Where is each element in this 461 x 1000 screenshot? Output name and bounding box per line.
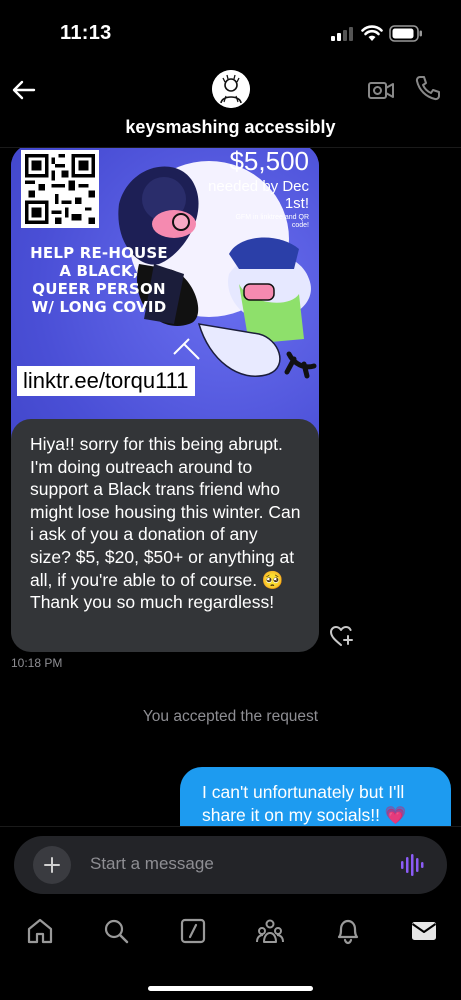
status-time: 11:13 (60, 22, 112, 44)
status-bar: 11:13 (0, 0, 461, 62)
plus-icon (44, 857, 60, 873)
home-icon[interactable] (25, 916, 55, 946)
avatar-drawing (212, 70, 250, 108)
flyer-amount: $5,500 (229, 148, 309, 176)
wifi-icon (361, 25, 383, 41)
add-media-button[interactable] (33, 846, 71, 884)
outgoing-message[interactable]: I can't unfortunately but I'll share it … (180, 767, 451, 826)
message-timestamp: 10:18 PM (11, 656, 63, 670)
flyer-link: linktr.ee/torqu111 (17, 366, 195, 396)
search-icon[interactable] (101, 916, 131, 946)
composer-box[interactable] (14, 836, 447, 894)
notifications-icon[interactable] (333, 916, 363, 946)
flyer-headline: HELP RE-HOUSE A BLACK, QUEER PERSON W/ L… (30, 244, 168, 316)
phone-call-button[interactable] (414, 74, 442, 102)
flyer-gfm-note: GFM in linktree and QR code! (235, 214, 309, 229)
qr-code (21, 150, 99, 228)
cellular-signal-icon (331, 27, 353, 41)
contact-name[interactable]: keysmashing accessibly (0, 117, 461, 138)
messages-icon[interactable] (409, 916, 439, 946)
home-indicator (148, 986, 313, 991)
voice-wave-icon[interactable] (400, 853, 426, 877)
arrow-left-icon (12, 80, 36, 100)
contact-avatar[interactable] (212, 70, 250, 108)
compose-icon[interactable] (178, 916, 208, 946)
message-composer (0, 826, 461, 904)
flyer-deadline: needed by Dec 1st! (208, 178, 309, 212)
communities-icon[interactable] (255, 916, 285, 946)
back-button[interactable] (10, 76, 38, 104)
request-accepted-notice: You accepted the request (142, 708, 319, 725)
conversation-header: keysmashing accessibly (0, 62, 461, 148)
incoming-message[interactable]: Hiya!! sorry for this being abrupt. I'm … (11, 419, 319, 652)
message-thread[interactable]: $5,500 needed by Dec 1st! GFM in linktre… (0, 148, 461, 826)
heart-plus-icon[interactable] (329, 624, 355, 648)
video-call-button[interactable] (367, 76, 395, 104)
message-input[interactable] (90, 854, 380, 874)
video-call-icon (368, 82, 394, 99)
battery-icon (389, 25, 422, 42)
phone-icon (415, 76, 440, 101)
bottom-tab-bar (0, 904, 461, 1000)
